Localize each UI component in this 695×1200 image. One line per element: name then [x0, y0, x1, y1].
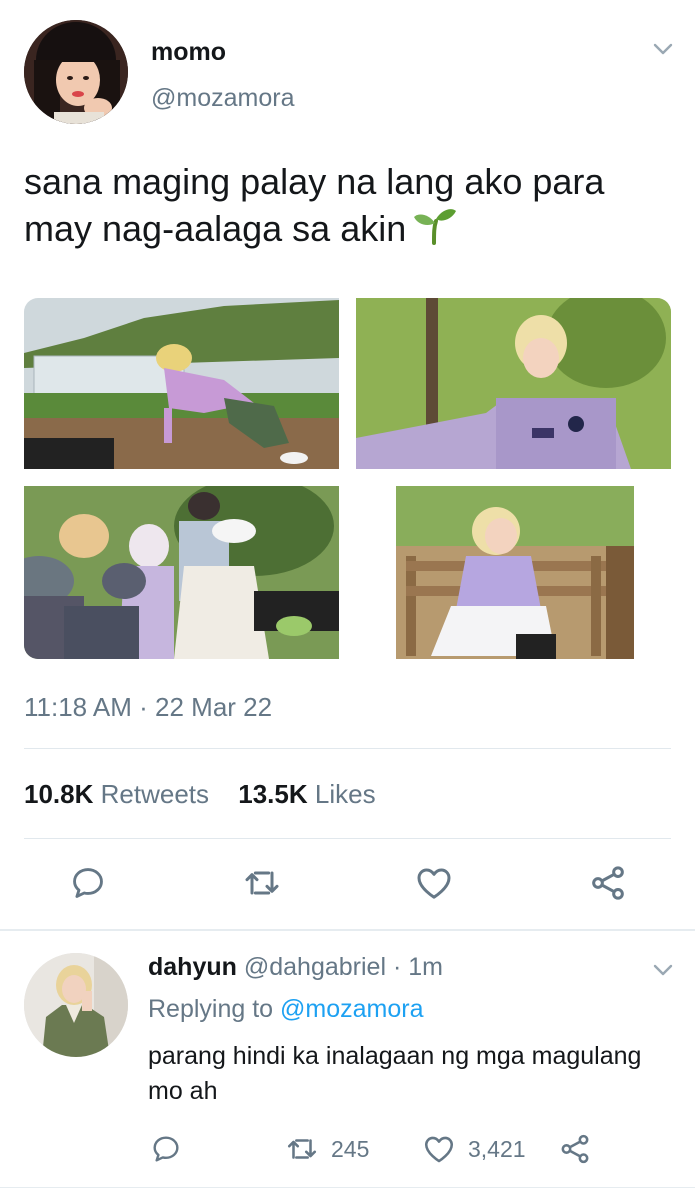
- media-photo-outdoors[interactable]: [356, 298, 671, 469]
- chevron-down-icon[interactable]: [651, 37, 675, 61]
- share-icon: [592, 866, 624, 900]
- retweet-button[interactable]: [242, 863, 282, 903]
- reply-time[interactable]: · 1m: [393, 953, 443, 981]
- author-name[interactable]: momo: [151, 38, 226, 67]
- tweet-timestamp[interactable]: 11:18 AM · 22 Mar 22: [24, 692, 272, 723]
- reply-icon: [73, 868, 103, 898]
- tweet-stats: 10.8K Retweets 13.5K Likes: [24, 779, 398, 810]
- reply-author-name[interactable]: dahyun: [148, 953, 237, 981]
- reply-reply-button[interactable]: [150, 1131, 182, 1167]
- tweet-body: sana maging palay na lang ako para may n…: [24, 161, 605, 249]
- reply-like-count: 3,421: [468, 1135, 526, 1162]
- like-label: Likes: [314, 779, 376, 809]
- media-photo-bench[interactable]: [356, 486, 671, 659]
- replying-prefix: Replying to: [148, 995, 274, 1023]
- reply-retweet-button[interactable]: 245: [285, 1131, 369, 1167]
- share-button[interactable]: [588, 863, 628, 903]
- replying-to: Replying to @mozamora: [148, 995, 424, 1024]
- like-count: 13.5K: [238, 779, 308, 809]
- reply-tweet[interactable]: dahyun @dahgabriel · 1m Replying to @moz…: [0, 931, 695, 1200]
- reply-icon: [153, 1136, 179, 1162]
- main-tweet[interactable]: momo @mozamora sana maging palay na lang…: [0, 0, 695, 930]
- media-grid[interactable]: [24, 298, 671, 659]
- heart-icon: [417, 868, 451, 899]
- reply-button[interactable]: [68, 863, 108, 903]
- retweet-icon: [245, 871, 279, 895]
- divider: [0, 1187, 695, 1188]
- retweets-stat[interactable]: 10.8K Retweets: [24, 779, 209, 809]
- reply-header: dahyun @dahgabriel · 1m: [148, 953, 443, 982]
- retweet-icon: [287, 1139, 317, 1159]
- reply-text: parang hindi ka inalagaan ng mga magulan…: [148, 1042, 642, 1105]
- reply-author-avatar[interactable]: [24, 953, 128, 1057]
- seedling-emoji-icon: [412, 205, 458, 256]
- divider: [24, 838, 671, 839]
- reply-author-handle[interactable]: @dahgabriel: [244, 953, 386, 981]
- retweet-label: Retweets: [100, 779, 210, 809]
- reply-retweet-count: 245: [331, 1135, 370, 1162]
- media-photo-farming[interactable]: [24, 298, 339, 469]
- chevron-down-icon[interactable]: [651, 958, 675, 982]
- share-icon: [561, 1134, 589, 1164]
- mention-link[interactable]: @mozamora: [280, 995, 423, 1023]
- media-photo-group[interactable]: [24, 486, 339, 659]
- author-avatar[interactable]: [24, 20, 128, 124]
- heart-icon: [424, 1136, 454, 1163]
- like-button[interactable]: [414, 863, 454, 903]
- author-handle[interactable]: @mozamora: [151, 84, 294, 113]
- reply-like-button[interactable]: 3,421: [422, 1131, 526, 1167]
- likes-stat[interactable]: 13.5K Likes: [238, 779, 375, 809]
- reply-share-button[interactable]: [558, 1131, 592, 1167]
- divider: [24, 748, 671, 749]
- retweet-count: 10.8K: [24, 779, 94, 809]
- tweet-text: sana maging palay na lang ako para may n…: [24, 158, 664, 256]
